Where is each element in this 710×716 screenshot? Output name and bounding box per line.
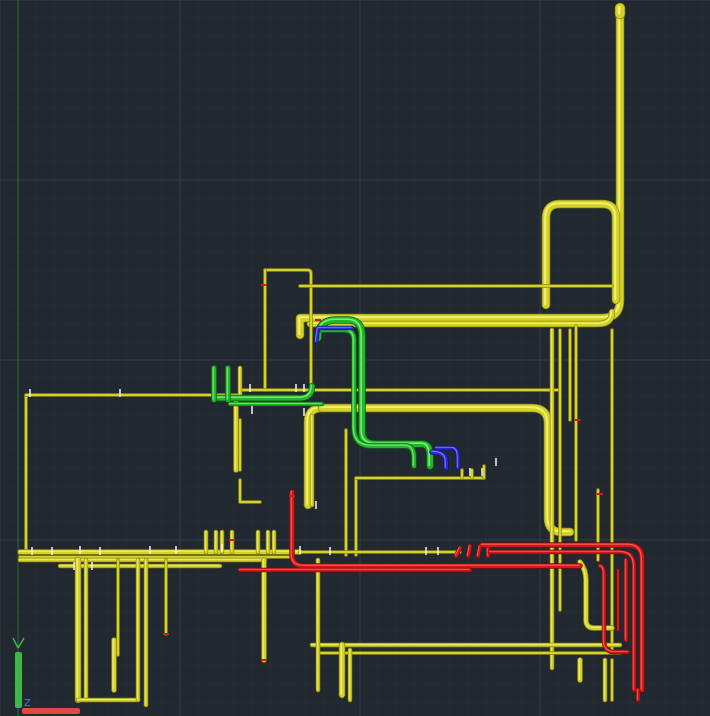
pipe-segment: [542, 200, 620, 309]
pipe-shadow: [541, 199, 621, 310]
ucs-axis-icon: Z: [12, 637, 80, 714]
green-pipe-network: [210, 316, 434, 470]
pipe-shadow: [289, 489, 583, 569]
pipe-highlight: [320, 328, 414, 466]
pipe-highlight: [544, 202, 617, 306]
yellow-pipe-network: [17, 2, 626, 708]
ucs-y-arrow-right: [17, 637, 25, 649]
pipe-shadow: [238, 478, 262, 504]
ucs-y-axis: [15, 652, 22, 708]
piping-model-canvas[interactable]: Z: [0, 0, 710, 716]
pipe-segment: [290, 490, 582, 568]
ucs-y-arrow-left: [12, 637, 19, 649]
model-viewport[interactable]: Z: [0, 0, 710, 716]
pipe-segment: [239, 479, 261, 503]
ucs-z-label: Z: [24, 698, 31, 709]
